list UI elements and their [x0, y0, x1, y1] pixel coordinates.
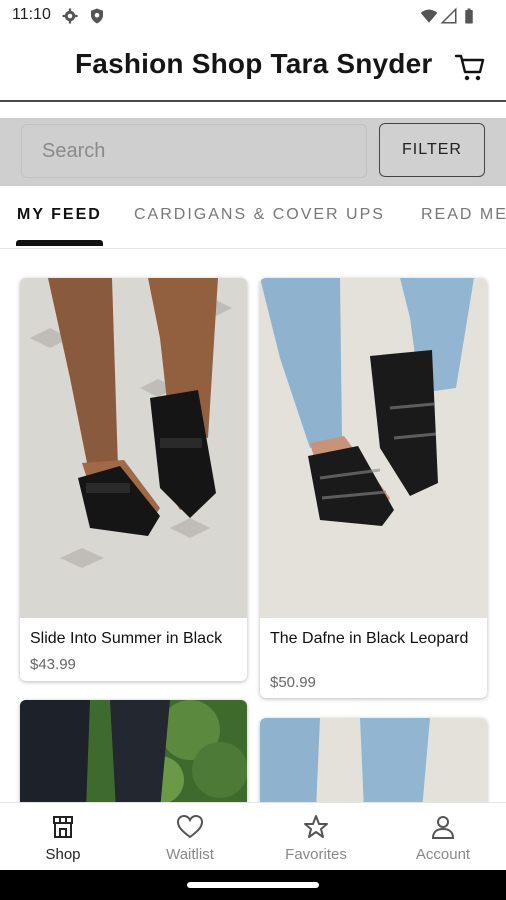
cart-icon[interactable]: [453, 50, 487, 84]
settings-icon: [62, 8, 78, 24]
system-navigation-bar: [0, 870, 506, 900]
product-image: [20, 700, 247, 810]
product-image: [20, 278, 247, 618]
product-image: [260, 278, 487, 618]
nav-account-label: Account: [415, 846, 471, 863]
filter-button[interactable]: FILTER: [379, 123, 485, 177]
heart-icon: [176, 814, 204, 839]
search-input[interactable]: Search: [21, 124, 367, 178]
nav-shop-label: Shop: [45, 846, 81, 863]
search-bar: Search FILTER: [0, 118, 506, 186]
product-image: [260, 718, 487, 810]
product-name: The Dafne in Black Leopard: [270, 630, 469, 647]
wifi-icon: [420, 9, 438, 23]
nav-favorites[interactable]: Favorites: [253, 803, 379, 871]
status-bar: 11:10: [0, 0, 506, 32]
product-card[interactable]: Slide Into Summer in Black $43.99: [20, 278, 247, 681]
category-tabs: MY FEED CARDIGANS & COVER UPS READ ME: [0, 190, 506, 249]
product-card[interactable]: [20, 700, 247, 810]
page-title: Fashion Shop Tara Snyder: [75, 48, 433, 79]
nav-account[interactable]: Account: [380, 803, 506, 871]
bottom-navigation: Shop Waitlist Favorites Account: [0, 802, 506, 871]
star-icon: [304, 815, 328, 838]
shield-icon: [91, 8, 103, 24]
product-card[interactable]: [260, 718, 487, 810]
search-placeholder: Search: [42, 140, 106, 162]
product-price: $50.99: [270, 674, 316, 691]
product-card[interactable]: The Dafne in Black Leopard $50.99: [260, 278, 487, 698]
tab-my-feed[interactable]: MY FEED: [17, 206, 102, 224]
shop-icon: [53, 816, 73, 838]
tab-read-me[interactable]: READ ME: [421, 206, 506, 224]
signal-icon: [440, 7, 457, 24]
active-tab-indicator: [16, 240, 103, 246]
nav-waitlist-label: Waitlist: [166, 846, 214, 863]
home-gesture-handle[interactable]: [187, 882, 319, 888]
nav-waitlist[interactable]: Waitlist: [127, 803, 253, 871]
account-icon: [431, 816, 455, 839]
app-header: Fashion Shop Tara Snyder: [0, 32, 506, 102]
battery-icon: [465, 8, 473, 24]
nav-favorites-label: Favorites: [285, 846, 347, 863]
nav-shop[interactable]: Shop: [0, 803, 126, 871]
tab-cardigans-cover-ups[interactable]: CARDIGANS & COVER UPS: [134, 206, 385, 224]
product-name: Slide Into Summer in Black: [30, 630, 223, 647]
status-time: 11:10: [12, 6, 51, 23]
product-price: $43.99: [30, 656, 76, 673]
